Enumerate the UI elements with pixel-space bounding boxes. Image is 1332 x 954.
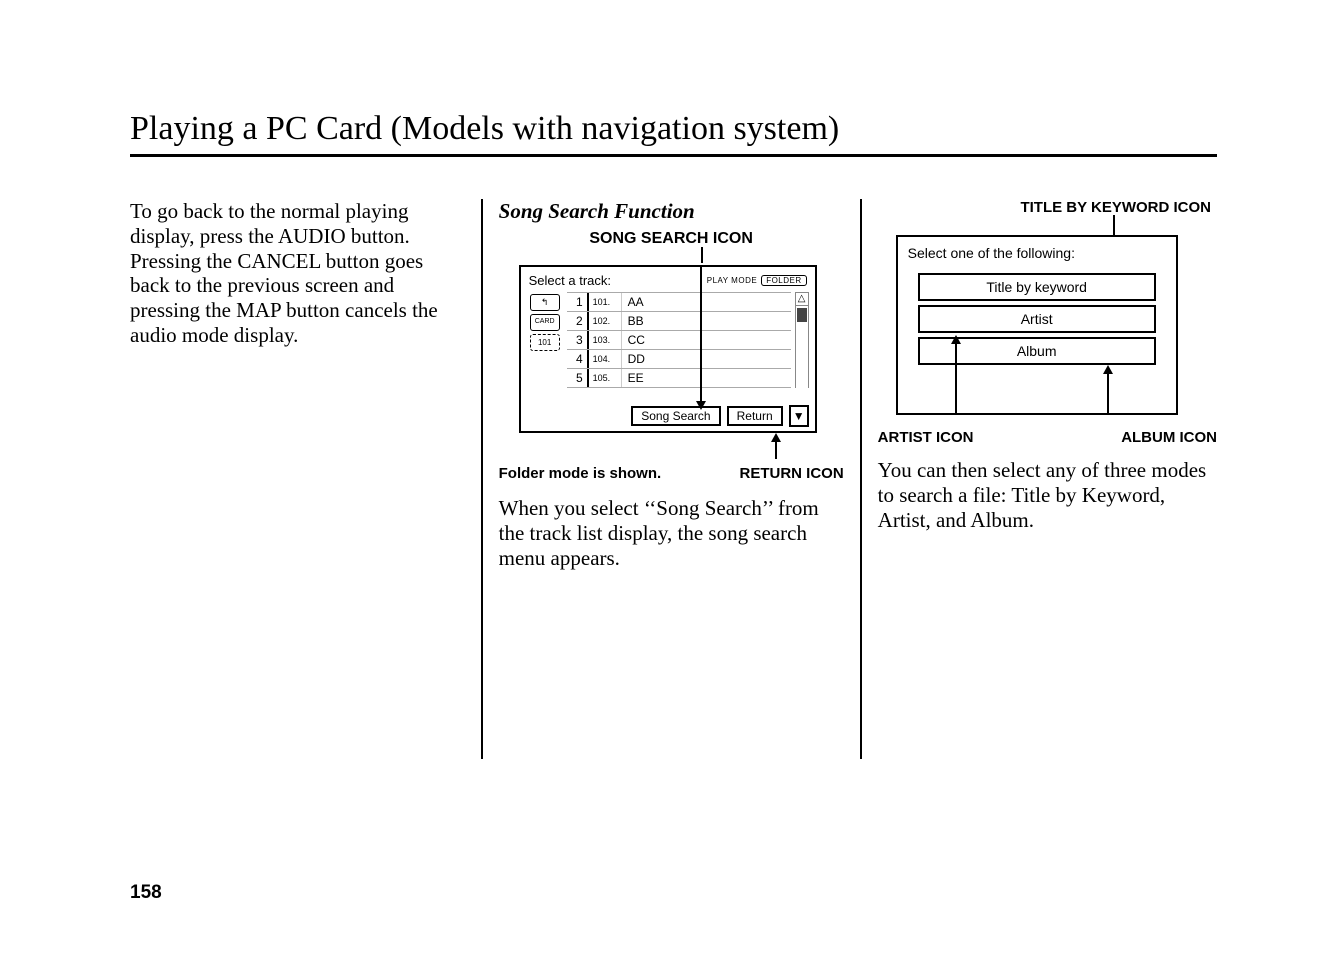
row-name: AA (622, 293, 791, 311)
folder-mode-label: Folder mode is shown. (499, 465, 662, 483)
scroll-track[interactable] (795, 306, 809, 388)
scroll-down-icon[interactable]: ▼ (789, 405, 809, 427)
select-one-screen: Select one of the following: Title by ke… (896, 235, 1178, 415)
row-name: CC (622, 331, 791, 349)
up-folder-icon[interactable]: ↰ (530, 294, 560, 311)
track-list: 1 101. AA 2 102. BB 3 103. CC (567, 292, 791, 388)
row-index: 2 (567, 312, 589, 330)
row-file: 105. (589, 369, 622, 387)
col1-paragraph: To go back to the normal playing display… (130, 199, 465, 348)
table-row[interactable]: 3 103. CC (567, 330, 791, 349)
row-file: 103. (589, 331, 622, 349)
select-track-prompt: Select a track: (529, 273, 611, 288)
col3-paragraph: You can then select any of three modes t… (878, 458, 1217, 532)
title-by-keyword-label: TITLE BY KEYWORD ICON (878, 199, 1217, 217)
return-icon-label: RETURN ICON (739, 465, 843, 483)
card-icon[interactable]: CARD (530, 314, 560, 331)
col2-paragraph: When you select ‘‘Song Search’’ from the… (499, 496, 844, 570)
column-separator-2 (860, 199, 862, 759)
row-name: BB (622, 312, 791, 330)
album-icon-label: ALBUM ICON (1121, 429, 1217, 447)
row-name: DD (622, 350, 791, 368)
table-row[interactable]: 2 102. BB (567, 311, 791, 330)
play-mode-value[interactable]: FOLDER (761, 275, 806, 286)
row-index: 3 (567, 331, 589, 349)
row-file: 101. (589, 293, 622, 311)
row-index: 4 (567, 350, 589, 368)
folder-icon[interactable]: 101 (530, 334, 560, 351)
page-number: 158 (130, 882, 162, 904)
song-search-subheading: Song Search Function (499, 199, 844, 224)
row-name: EE (622, 369, 791, 387)
artist-icon-label: ARTIST ICON (878, 429, 974, 447)
play-mode-badge: PLAY MODE FOLDER (707, 275, 807, 286)
table-row[interactable]: 5 105. EE (567, 368, 791, 388)
song-search-icon-label: SONG SEARCH ICON (499, 230, 844, 249)
title-by-keyword-button[interactable]: Title by keyword (918, 273, 1156, 301)
scroll-up-icon[interactable]: △ (795, 292, 809, 306)
track-list-screen: Select a track: PLAY MODE FOLDER ↰ CARD … (519, 265, 817, 433)
album-button[interactable]: Album (918, 337, 1156, 365)
title-rule (130, 154, 1217, 157)
select-one-prompt: Select one of the following: (898, 237, 1176, 270)
pointer-to-return-icon (499, 433, 859, 461)
scroll-thumb[interactable] (797, 308, 807, 322)
column-separator-1 (481, 199, 483, 759)
scrollbar[interactable]: △ (795, 292, 809, 388)
play-mode-label: PLAY MODE (707, 276, 757, 285)
row-file: 102. (589, 312, 622, 330)
table-row[interactable]: 1 101. AA (567, 292, 791, 311)
row-index: 1 (567, 293, 589, 311)
song-search-button[interactable]: Song Search (631, 406, 720, 426)
return-button[interactable]: Return (727, 406, 783, 426)
table-row[interactable]: 4 104. DD (567, 349, 791, 368)
row-index: 5 (567, 369, 589, 387)
row-file: 104. (589, 350, 622, 368)
artist-button[interactable]: Artist (918, 305, 1156, 333)
page-title: Playing a PC Card (Models with navigatio… (130, 110, 1217, 148)
